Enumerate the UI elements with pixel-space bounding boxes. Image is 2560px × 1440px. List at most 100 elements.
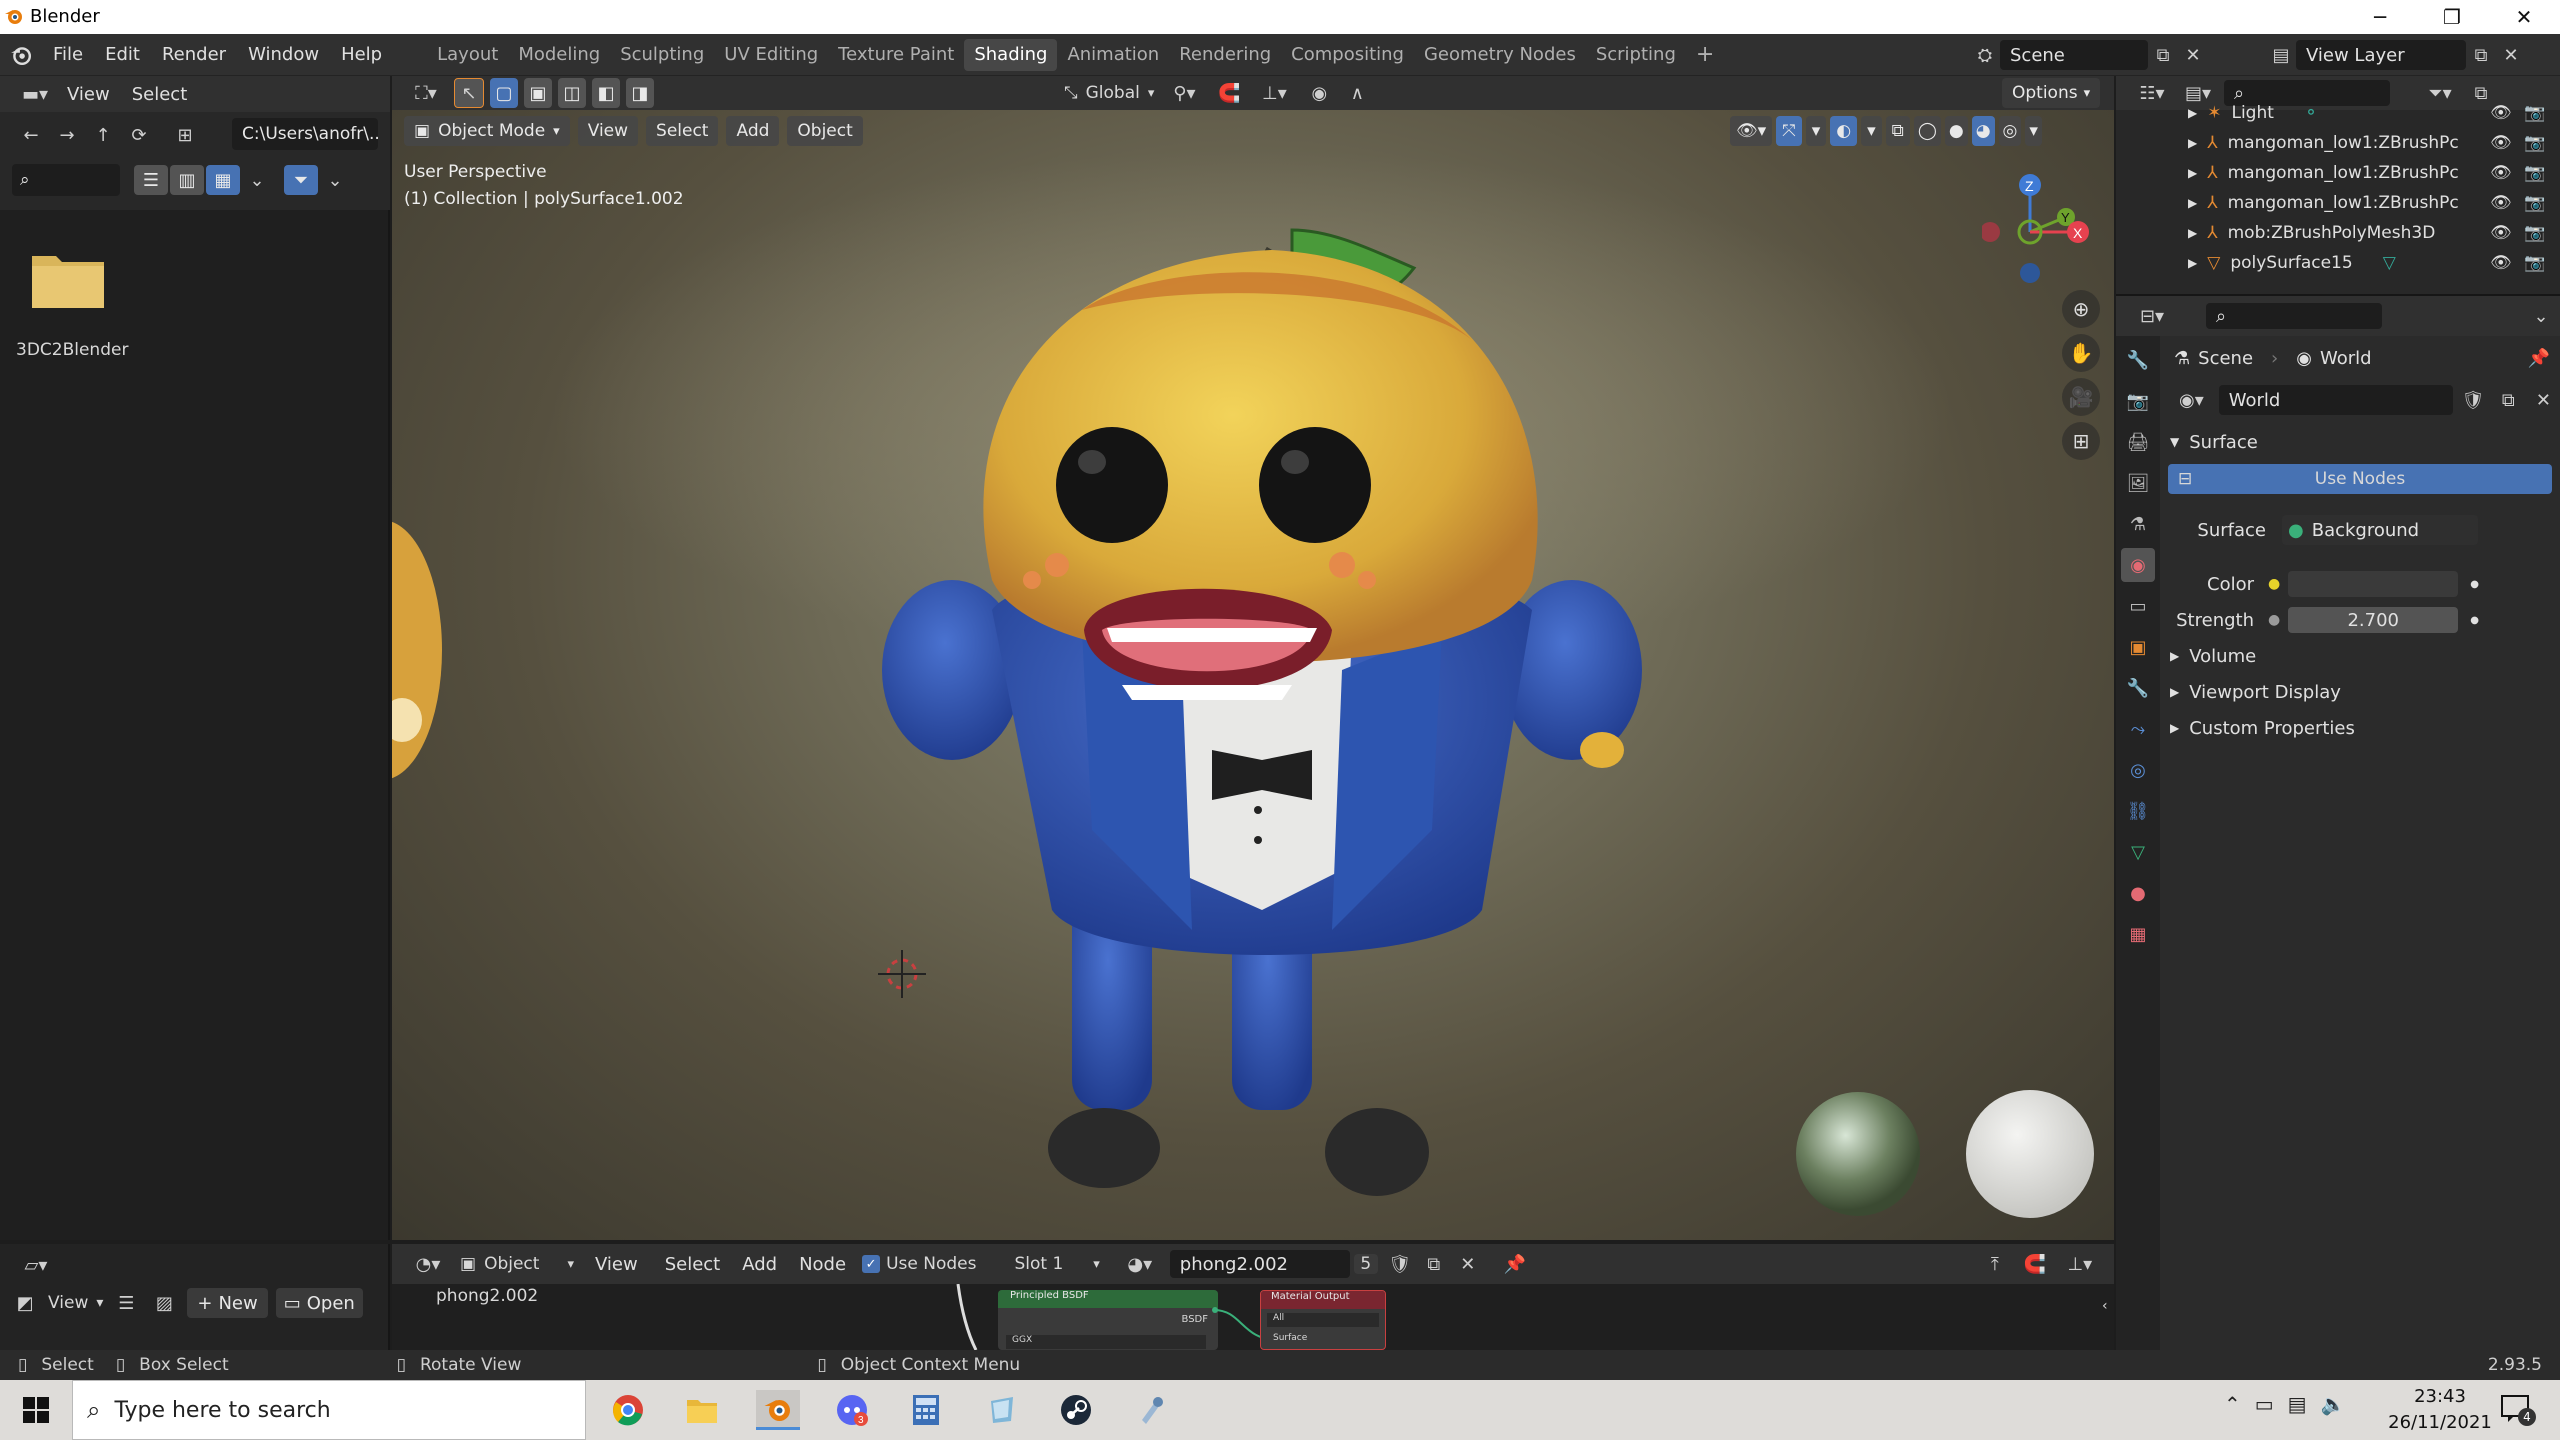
mode-new-icon[interactable]: ▢ bbox=[490, 78, 518, 108]
new-material-icon[interactable]: ⧉ bbox=[1422, 1249, 1446, 1279]
snap-icon[interactable]: 🧲 bbox=[1214, 78, 1244, 108]
material-name-field[interactable]: phong2.002 bbox=[1169, 1250, 1350, 1278]
file-browser-view-menu[interactable]: View bbox=[56, 78, 121, 110]
file-explorer-icon[interactable] bbox=[680, 1390, 724, 1430]
snap-mode-icon[interactable]: ⊥▾ bbox=[2060, 1249, 2100, 1279]
chrome-icon[interactable] bbox=[606, 1390, 650, 1430]
object-mode-select[interactable]: ▣ Object Mode ▾ bbox=[404, 116, 570, 146]
keyframe-dot-icon[interactable]: ● bbox=[2470, 579, 2479, 590]
eye-icon[interactable]: 👁 bbox=[2490, 193, 2512, 213]
tab-layout[interactable]: Layout bbox=[427, 39, 508, 71]
camera-render-icon[interactable]: 📷 bbox=[2524, 253, 2545, 273]
editor-type-icon[interactable]: ◔▾ bbox=[406, 1249, 450, 1279]
gizmo-chevron-icon[interactable]: ▾ bbox=[1805, 116, 1827, 146]
tool-tab-icon[interactable]: 🔧 bbox=[2121, 343, 2155, 377]
wireframe-shading-icon[interactable]: ◯ bbox=[1913, 116, 1941, 146]
windows-start-icon[interactable] bbox=[14, 1390, 58, 1430]
3d-viewport[interactable]: User Perspective (1) Collection | polySu… bbox=[392, 110, 2114, 1240]
new-image-button[interactable]: + New bbox=[187, 1288, 268, 1318]
tab-texture-paint[interactable]: Texture Paint bbox=[828, 39, 964, 71]
eye-icon[interactable]: 👁 bbox=[2490, 133, 2512, 153]
transform-orientation-select[interactable]: Global bbox=[1086, 83, 1140, 103]
material-tab-icon[interactable]: ● bbox=[2121, 876, 2155, 910]
overlay-toggle-icon[interactable]: ◐ bbox=[1830, 116, 1858, 146]
image-view-menu[interactable]: View bbox=[48, 1293, 88, 1313]
tab-animation[interactable]: Animation bbox=[1057, 39, 1169, 71]
refresh-icon[interactable]: ⟳ bbox=[124, 120, 154, 150]
world-tab-icon[interactable]: ◉ bbox=[2121, 548, 2155, 582]
menu-render[interactable]: Render bbox=[151, 39, 237, 71]
material-shading-icon[interactable]: ◕ bbox=[1971, 116, 1995, 146]
vertical-list-icon[interactable]: ☰ bbox=[134, 165, 168, 195]
new-view-layer-icon[interactable]: ⧉ bbox=[2466, 40, 2496, 70]
snap-target-icon[interactable]: ⊥▾ bbox=[1252, 78, 1296, 108]
menu-edit[interactable]: Edit bbox=[94, 39, 151, 71]
rendered-shading-icon[interactable]: ◎ bbox=[1998, 116, 2022, 146]
filter-options-chevron-icon[interactable]: ⌄ bbox=[320, 165, 350, 195]
material-output-node[interactable]: Material Output All Surface bbox=[1260, 1290, 1386, 1350]
editor-type-icon[interactable]: ⊟▾ bbox=[2132, 301, 2172, 331]
scene-selector[interactable]: ⛭ Scene ⧉ ✕ bbox=[1970, 40, 2208, 70]
scene-name-field[interactable]: Scene bbox=[2000, 40, 2148, 70]
new-folder-icon[interactable]: ⊞ bbox=[170, 120, 200, 150]
camera-view-icon[interactable]: 🎥 bbox=[2062, 378, 2100, 416]
new-scene-icon[interactable]: ⧉ bbox=[2148, 40, 2178, 70]
discord-icon[interactable]: 3 bbox=[830, 1390, 874, 1430]
viewport-view-menu[interactable]: View bbox=[577, 116, 639, 146]
chevron-up-icon[interactable]: ⌃ bbox=[2224, 1392, 2241, 1416]
mode-subtract-icon[interactable]: ◫ bbox=[558, 78, 586, 108]
app-icon[interactable] bbox=[1130, 1390, 1174, 1430]
node-view-menu[interactable]: View bbox=[584, 1248, 649, 1280]
properties-search-input[interactable]: ⌕ bbox=[2206, 303, 2382, 329]
folder-icon[interactable] bbox=[30, 250, 106, 310]
physics-tab-icon[interactable]: ◎ bbox=[2121, 753, 2155, 787]
snap-icon[interactable]: 🧲 bbox=[2020, 1249, 2050, 1279]
sidebar-toggle-icon[interactable]: ‹ bbox=[2102, 1298, 2108, 1314]
fake-user-icon[interactable]: 🛡 bbox=[2459, 385, 2488, 415]
view-layer-tab-icon[interactable]: 🖼 bbox=[2121, 466, 2155, 500]
image-editor-icon[interactable]: ◩ bbox=[10, 1288, 40, 1318]
use-nodes-checkbox[interactable]: ✓ Use Nodes bbox=[862, 1254, 976, 1274]
camera-render-icon[interactable]: 📷 bbox=[2524, 193, 2545, 213]
editor-type-icon[interactable]: ▱▾ bbox=[14, 1250, 58, 1280]
fake-user-icon[interactable]: 🛡 bbox=[1388, 1249, 1412, 1279]
unlink-world-icon[interactable]: ✕ bbox=[2529, 385, 2558, 415]
viewport-add-menu[interactable]: Add bbox=[726, 116, 780, 146]
notifications-icon[interactable]: 4 bbox=[2500, 1394, 2540, 1428]
options-menu[interactable]: Options ▾ bbox=[2002, 78, 2101, 108]
viewport-display-panel-header[interactable]: ▶ Viewport Display bbox=[2162, 674, 2558, 710]
xray-icon[interactable]: ⧉ bbox=[1885, 116, 1910, 146]
battery-icon[interactable]: ▭ bbox=[2255, 1392, 2274, 1416]
view-layer-field[interactable]: View Layer bbox=[2296, 40, 2466, 70]
eye-icon[interactable]: 👁 bbox=[2490, 223, 2512, 243]
list-item[interactable]: ▶ ⅄ mangoman_low1:ZBrushPc 👁 📷 bbox=[2116, 158, 2560, 188]
output-tab-icon[interactable]: 🖨 bbox=[2121, 425, 2155, 459]
menu-file[interactable]: File bbox=[42, 39, 94, 71]
add-workspace-button[interactable]: + bbox=[1686, 39, 1724, 71]
hamburger-icon[interactable]: ☰ bbox=[111, 1288, 141, 1318]
value-socket-icon[interactable]: ● bbox=[2268, 612, 2280, 628]
eye-icon[interactable]: 👁 bbox=[2490, 103, 2512, 123]
list-item[interactable]: ▶ ▽ polySurface15 ▽ 👁 📷 bbox=[2116, 248, 2560, 278]
tab-scripting[interactable]: Scripting bbox=[1586, 39, 1686, 71]
steam-icon[interactable] bbox=[1054, 1390, 1098, 1430]
pin-icon[interactable]: 📌 bbox=[1500, 1249, 1530, 1279]
thumbnails-icon[interactable]: ▦ bbox=[206, 165, 240, 195]
solid-shading-icon[interactable]: ● bbox=[1944, 116, 1968, 146]
constraints-tab-icon[interactable]: ⛓ bbox=[2121, 794, 2155, 828]
zoom-icon[interactable]: ⊕ bbox=[2062, 290, 2100, 328]
world-name-field[interactable]: World bbox=[2218, 385, 2453, 415]
mode-extend-icon[interactable]: ▣ bbox=[524, 78, 552, 108]
path-field[interactable]: C:\Users\anofr\... bbox=[232, 118, 378, 150]
material-users-count[interactable]: 5 bbox=[1353, 1254, 1378, 1274]
open-image-button[interactable]: ▭ Open bbox=[275, 1288, 363, 1318]
tab-shading[interactable]: Shading bbox=[964, 38, 1058, 71]
scene-tab-icon[interactable]: ⚗ bbox=[2121, 507, 2155, 541]
volume-panel-header[interactable]: ▶ Volume bbox=[2162, 638, 2558, 674]
modifier-tab-icon[interactable]: 🔧 bbox=[2121, 671, 2155, 705]
color-field[interactable] bbox=[2288, 571, 2459, 597]
material-browse-icon[interactable]: ◕▾ bbox=[1120, 1249, 1160, 1279]
editor-type-icon[interactable]: ▬▾ bbox=[14, 79, 56, 109]
app-icon[interactable] bbox=[980, 1390, 1024, 1430]
shader-node-canvas[interactable]: phong2.002 Principled BSDF BSDF GGX Mate… bbox=[392, 1284, 2114, 1350]
